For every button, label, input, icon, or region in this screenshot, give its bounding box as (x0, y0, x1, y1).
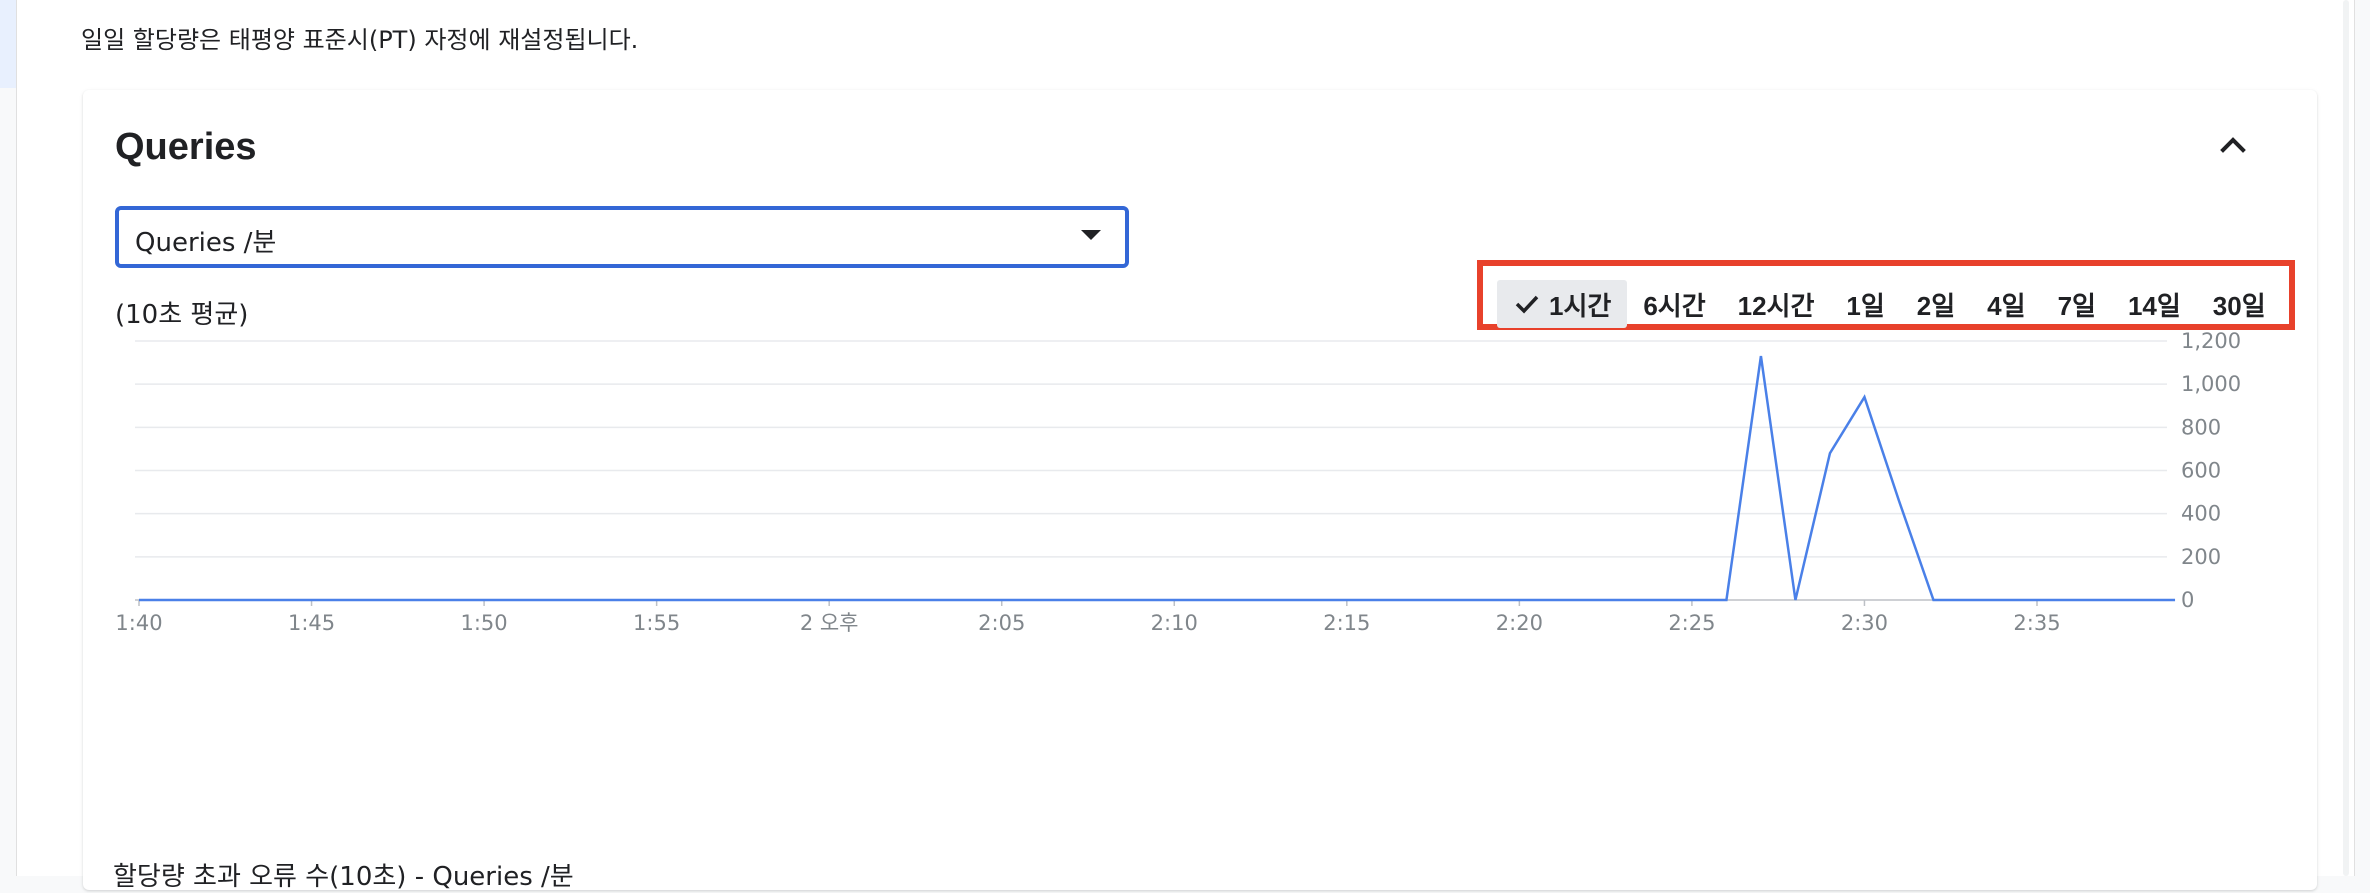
y-tick-label: 800 (2181, 415, 2221, 439)
y-tick-label: 1,000 (2181, 372, 2241, 396)
y-tick-label: 600 (2181, 459, 2221, 483)
queries-chart: 0 200 400 600 800 1,000 1,200 1:40 1:45 1:50 1:55 2… (83, 320, 2317, 640)
x-tick-label: 2:20 (1496, 611, 1543, 635)
y-tick-label: 1,200 (2181, 329, 2241, 353)
x-tick-label: 2:25 (1668, 611, 1715, 635)
x-tick-label: 1:50 (461, 611, 508, 635)
time-range-label: 14일 (2128, 286, 2181, 323)
x-tick-label: 2:35 (2013, 611, 2060, 635)
x-tick-label: 2:30 (1841, 611, 1888, 635)
card-title: Queries (115, 126, 257, 169)
time-range-label: 4일 (1987, 286, 2025, 323)
x-tick-label: 2:15 (1323, 611, 1370, 635)
time-range-label: 1일 (1846, 286, 1884, 323)
scrollbar-thumb[interactable] (2343, 0, 2349, 876)
time-range-label: 12시간 (1738, 286, 1815, 323)
left-edge-panel (0, 0, 16, 88)
time-range-label: 2일 (1917, 286, 1955, 323)
time-range-label: 7일 (2058, 286, 2096, 323)
x-tick-label: 2 오후 (800, 611, 859, 635)
x-tick-label: 1:40 (115, 611, 162, 635)
y-tick-label: 200 (2181, 545, 2221, 569)
metric-select-value: Queries /분 (135, 222, 276, 259)
x-tick-label: 1:45 (288, 611, 335, 635)
queries-card: Queries Queries /분 (10초 평균) 1시간6시간12시간1일… (83, 90, 2317, 890)
chevron-up-icon (2209, 120, 2257, 168)
scrollbar[interactable] (2338, 0, 2354, 876)
check-icon (1513, 290, 1541, 318)
quota-reset-note: 일일 할당량은 태평양 표준시(PT) 자정에 재설정됩니다. (81, 20, 638, 55)
y-tick-label: 400 (2181, 502, 2221, 526)
time-range-label: 1시간 (1549, 286, 1611, 323)
main-page: 일일 할당량은 태평양 표준시(PT) 자정에 재설정됩니다. Queries … (16, 0, 2355, 876)
dropdown-arrow-icon (1081, 230, 1101, 240)
time-range-label: 30일 (2213, 286, 2266, 323)
x-tick-label: 1:55 (633, 611, 680, 635)
x-tick-label: 2:10 (1151, 611, 1198, 635)
x-tick-label: 2:05 (978, 611, 1025, 635)
collapse-button[interactable] (2209, 120, 2257, 168)
error-chart-label: 할당량 초과 오류 수(10초) - Queries /분 (113, 856, 574, 893)
time-range-label: 6시간 (1643, 286, 1705, 323)
metric-select[interactable]: Queries /분 (115, 206, 1129, 268)
y-tick-label: 0 (2181, 588, 2194, 612)
series-line (139, 356, 2175, 600)
